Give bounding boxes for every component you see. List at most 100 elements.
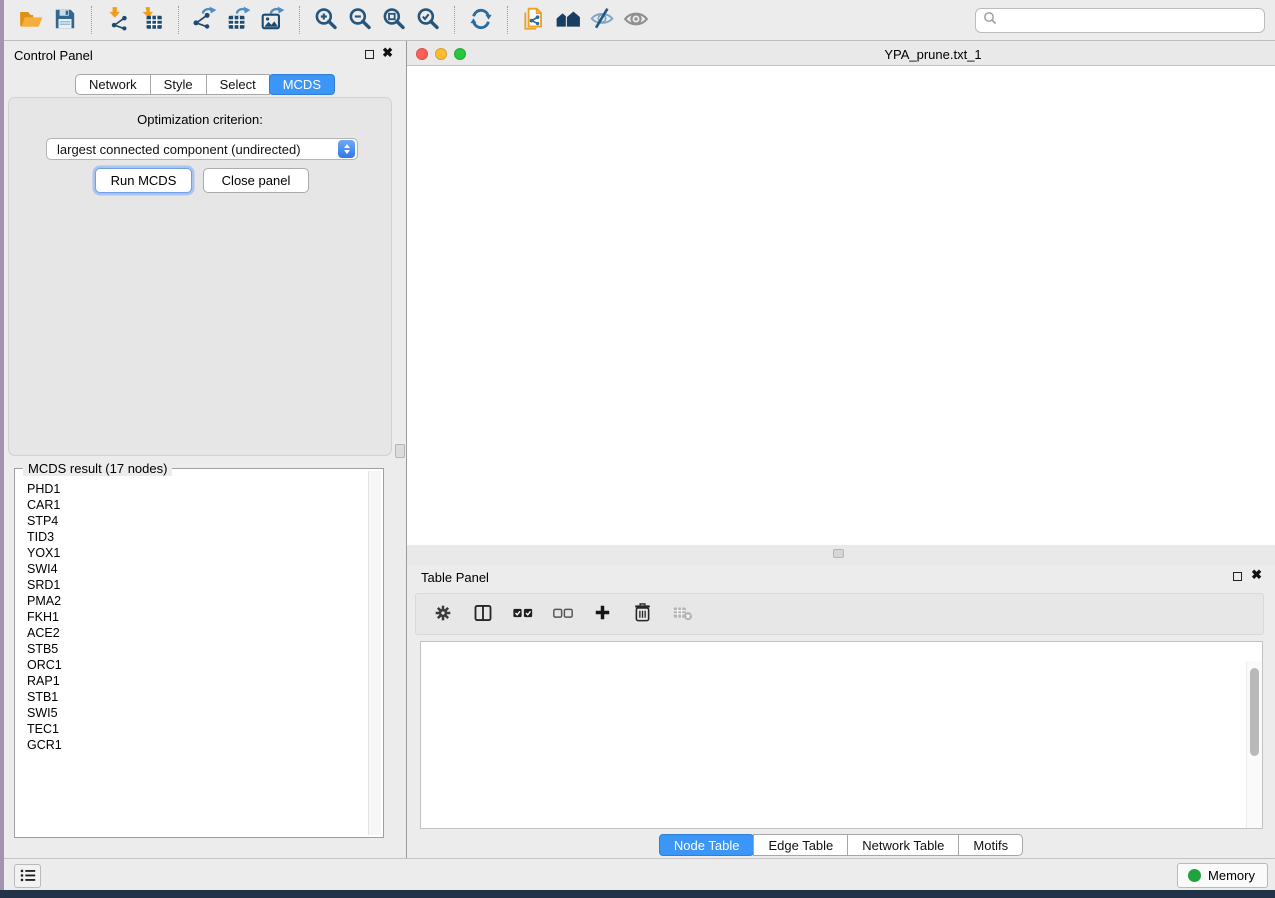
doc-share-icon	[521, 6, 547, 35]
list-icon	[18, 866, 38, 887]
zoom-fit-button[interactable]	[377, 4, 411, 36]
export-table-icon	[226, 6, 252, 35]
export-image-icon	[260, 6, 286, 35]
result-node[interactable]: RAP1	[27, 673, 367, 689]
result-node[interactable]: SWI5	[27, 705, 367, 721]
table-panel: Table Panel ✖ Node TableEdge TableNetwor…	[407, 565, 1275, 858]
result-node[interactable]: SRD1	[27, 577, 367, 593]
eye-icon	[623, 6, 649, 35]
select-stepper-icon	[338, 140, 355, 158]
result-node[interactable]: STP4	[27, 513, 367, 529]
export-table-button[interactable]	[222, 4, 256, 36]
result-node[interactable]: ACE2	[27, 625, 367, 641]
table-toolbar	[415, 593, 1264, 635]
table-scrollbar[interactable]	[1246, 661, 1262, 828]
search-input[interactable]	[1002, 13, 1257, 27]
save-session-button[interactable]	[48, 4, 82, 36]
result-node[interactable]: PHD1	[27, 481, 367, 497]
result-node[interactable]: YOX1	[27, 545, 367, 561]
optimization-select[interactable]: largest connected component (undirected)	[46, 138, 358, 160]
memory-button[interactable]: Memory	[1177, 863, 1268, 888]
open-session-button[interactable]	[14, 4, 48, 36]
delete-table-button	[670, 602, 695, 627]
select-all-rows-button[interactable]	[510, 602, 535, 627]
mcds-panel: Optimization criterion: largest connecte…	[8, 97, 392, 456]
result-node[interactable]: PMA2	[27, 593, 367, 609]
maximize-traffic-icon[interactable]	[454, 48, 466, 60]
tab-network[interactable]: Network	[75, 74, 151, 95]
tab-mcds[interactable]: MCDS	[269, 74, 335, 95]
add-column-button[interactable]	[590, 602, 615, 627]
table-settings-button[interactable]	[430, 602, 455, 627]
float-icon[interactable]	[1233, 572, 1242, 581]
horizontal-splitter[interactable]	[407, 545, 1275, 565]
network-graph[interactable]	[407, 66, 1275, 545]
close-icon[interactable]: ✖	[1251, 567, 1262, 583]
tab-select[interactable]: Select	[206, 74, 270, 95]
zoom-selected-button[interactable]	[411, 4, 445, 36]
search-icon	[983, 11, 997, 30]
network-view[interactable]	[407, 66, 1275, 545]
task-history-button[interactable]	[14, 864, 41, 888]
duplicate-network-button[interactable]	[517, 4, 551, 36]
result-node[interactable]: CAR1	[27, 497, 367, 513]
float-icon[interactable]	[365, 50, 374, 59]
delete-column-button[interactable]	[630, 602, 655, 627]
control-panel-title: Control Panel	[14, 48, 93, 63]
minimize-traffic-icon[interactable]	[435, 48, 447, 60]
result-node[interactable]: STB1	[27, 689, 367, 705]
export-image-button[interactable]	[256, 4, 290, 36]
mcds-result-list[interactable]: PHD1CAR1STP4TID3YOX1SWI4SRD1PMA2FKH1ACE2…	[17, 471, 367, 835]
uncheck-pair-icon	[552, 602, 574, 627]
table-x-icon	[672, 602, 694, 627]
result-node[interactable]: GCR1	[27, 737, 367, 753]
node-table[interactable]	[420, 641, 1263, 829]
deselect-all-rows-button[interactable]	[550, 602, 575, 627]
optimization-value: largest connected component (undirected)	[57, 142, 301, 157]
close-panel-button[interactable]: Close panel	[203, 168, 309, 193]
import-table-button[interactable]	[135, 4, 169, 36]
mcds-result-box: MCDS result (17 nodes) PHD1CAR1STP4TID3Y…	[14, 468, 384, 838]
run-mcds-button[interactable]: Run MCDS	[95, 168, 192, 193]
tab-edge-table[interactable]: Edge Table	[753, 834, 848, 856]
toolbar-buttons	[14, 4, 653, 36]
home-view-button[interactable]	[551, 4, 585, 36]
tab-network-table[interactable]: Network Table	[847, 834, 959, 856]
zoom-out-button[interactable]	[343, 4, 377, 36]
result-node[interactable]: SWI4	[27, 561, 367, 577]
table-tabs: Node TableEdge TableNetwork TableMotifs	[407, 834, 1275, 856]
tab-style[interactable]: Style	[150, 74, 207, 95]
show-graphics-details-button[interactable]	[619, 4, 653, 36]
export-network-button[interactable]	[188, 4, 222, 36]
memory-status-icon	[1188, 869, 1201, 882]
scrollbar-thumb[interactable]	[1250, 668, 1259, 756]
search-box[interactable]	[975, 8, 1265, 33]
close-icon[interactable]: ✖	[382, 45, 393, 61]
result-node[interactable]: TEC1	[27, 721, 367, 737]
result-scrollbar[interactable]	[368, 471, 381, 835]
main-toolbar	[4, 0, 1275, 41]
tab-motifs[interactable]: Motifs	[958, 834, 1023, 856]
toolbar-separator	[178, 6, 179, 34]
split-panel-button[interactable]	[470, 602, 495, 627]
refresh-icon	[468, 6, 494, 35]
trash-icon	[632, 602, 653, 626]
close-traffic-icon[interactable]	[416, 48, 428, 60]
vertical-splitter-handle[interactable]	[395, 444, 405, 458]
import-network-button[interactable]	[101, 4, 135, 36]
result-node[interactable]: STB5	[27, 641, 367, 657]
refresh-button[interactable]	[464, 4, 498, 36]
control-panel: Control Panel ✖ NetworkStyleSelectMCDS O…	[4, 41, 407, 858]
import-table-icon	[139, 6, 165, 35]
result-node[interactable]: FKH1	[27, 609, 367, 625]
hide-graphics-details-button[interactable]	[585, 4, 619, 36]
export-network-icon	[192, 6, 218, 35]
result-node[interactable]: TID3	[27, 529, 367, 545]
result-node[interactable]: ORC1	[27, 657, 367, 673]
zoom-in-button[interactable]	[309, 4, 343, 36]
optimization-label: Optimization criterion:	[9, 112, 391, 127]
status-bar: Memory	[4, 858, 1275, 890]
tab-node-table[interactable]: Node Table	[659, 834, 755, 856]
horizontal-splitter-handle[interactable]	[833, 549, 844, 558]
network-window-titlebar[interactable]: YPA_prune.txt_1	[407, 42, 1275, 66]
